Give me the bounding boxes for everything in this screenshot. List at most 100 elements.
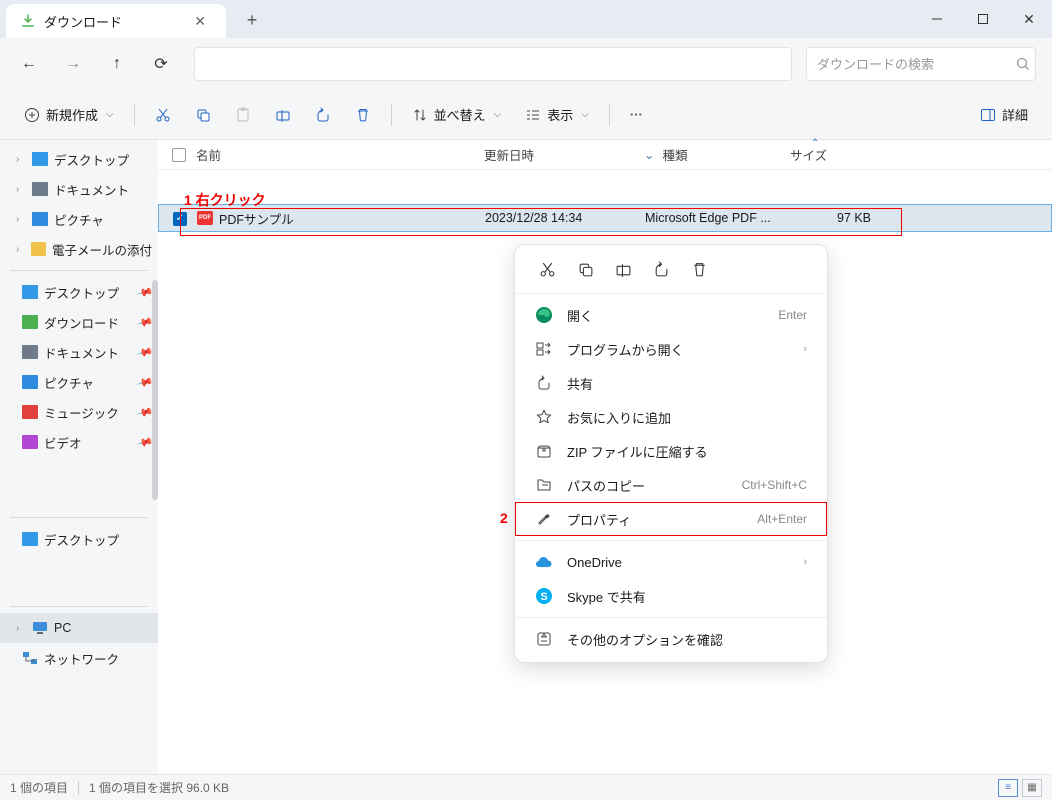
sidebar-quick-item[interactable]: ビデオ 📌: [0, 427, 158, 457]
file-name: PDFサンプル: [219, 209, 294, 228]
cut-button[interactable]: [145, 98, 181, 132]
ctx-cut-button[interactable]: [537, 259, 557, 279]
copy-icon: [195, 107, 211, 123]
ctx-properties[interactable]: プロパティ Alt+Enter: [515, 502, 827, 536]
chevron-down-icon: ⌵: [581, 109, 589, 120]
ctx-rename-button[interactable]: [613, 259, 633, 279]
view-icon: [525, 107, 541, 123]
annotation-2: 2: [500, 510, 508, 526]
folder-icon: [32, 212, 48, 226]
toolbar: 新規作成 ⌵ 並べ替え ⌵ 表示 ⌵ ··· 詳細: [0, 90, 1052, 140]
tree-divider: [10, 270, 148, 271]
sidebar-label: ドキュメント: [44, 343, 119, 362]
sidebar-quick-item[interactable]: ピクチャ 📌: [0, 367, 158, 397]
sidebar-label: ピクチャ: [44, 373, 94, 392]
back-button[interactable]: ←: [10, 46, 48, 82]
expand-icon[interactable]: ›: [16, 184, 26, 195]
column-name[interactable]: 名前: [196, 145, 484, 164]
ctx-skype[interactable]: S Skype で共有: [515, 579, 827, 613]
ctx-separator: [515, 540, 827, 541]
view-button[interactable]: 表示 ⌵: [515, 98, 599, 132]
address-bar[interactable]: [194, 47, 792, 81]
ctx-share[interactable]: 共有: [515, 366, 827, 400]
ctx-copy-path[interactable]: パスのコピー Ctrl+Shift+C: [515, 468, 827, 502]
window-controls: ✕: [914, 0, 1052, 38]
thumbnails-view-button[interactable]: ▦: [1022, 779, 1042, 797]
expand-icon[interactable]: ›: [16, 154, 26, 165]
folder-icon: [22, 285, 38, 299]
maximize-button[interactable]: [960, 0, 1006, 38]
folder-icon: [22, 375, 38, 389]
ctx-add-favorite[interactable]: お気に入りに追加: [515, 400, 827, 434]
column-date[interactable]: 更新日時: [484, 145, 644, 164]
close-window-button[interactable]: ✕: [1006, 0, 1052, 38]
file-row[interactable]: ✓ PDF PDFサンプル 2023/12/28 14:34 Microsoft…: [158, 204, 1052, 232]
copy-button[interactable]: [185, 98, 221, 132]
column-type[interactable]: ⌄種類: [644, 145, 790, 164]
close-tab-icon[interactable]: ✕: [188, 11, 212, 32]
sidebar-item[interactable]: › ドキュメント: [0, 174, 158, 204]
separator: [134, 104, 135, 126]
wrench-icon: [535, 511, 553, 527]
ctx-open[interactable]: 開く Enter: [515, 298, 827, 332]
sidebar-label: ミュージック: [44, 403, 119, 422]
statusbar: 1 個の項目 1 個の項目を選択 96.0 KB ≡ ▦: [0, 774, 1052, 800]
ctx-copy-button[interactable]: [575, 259, 595, 279]
select-all-checkbox[interactable]: [172, 148, 196, 162]
minimize-button[interactable]: [914, 0, 960, 38]
annotation-1: 1 右クリック: [184, 190, 266, 210]
share-button[interactable]: [305, 98, 341, 132]
chevron-right-icon: ›: [803, 343, 807, 355]
sidebar-label: ダウンロード: [44, 313, 119, 332]
expand-icon[interactable]: ›: [16, 214, 26, 225]
sort-icon: [412, 107, 428, 123]
sidebar-item-pc[interactable]: › PC: [0, 613, 158, 643]
forward-button[interactable]: →: [54, 46, 92, 82]
expand-icon[interactable]: ›: [16, 623, 26, 634]
column-size[interactable]: サイズ: [790, 145, 870, 164]
ctx-delete-button[interactable]: [689, 259, 709, 279]
paste-button[interactable]: [225, 98, 261, 132]
ctx-open-with[interactable]: プログラムから開く ›: [515, 332, 827, 366]
up-button[interactable]: ↑: [98, 46, 136, 82]
more-button[interactable]: ···: [620, 98, 653, 132]
context-menu: 開く Enter プログラムから開く › 共有 お気に入りに追加 ZIP ファイ…: [514, 244, 828, 663]
ctx-separator: [515, 293, 827, 294]
delete-button[interactable]: [345, 98, 381, 132]
sidebar-quick-item[interactable]: デスクトップ 📌: [0, 277, 158, 307]
new-tab-button[interactable]: +: [236, 6, 268, 34]
download-icon: [20, 13, 36, 29]
details-pane-button[interactable]: 詳細: [970, 98, 1038, 132]
sidebar-label: デスクトップ: [44, 283, 119, 302]
plus-circle-icon: [24, 107, 40, 123]
sidebar-item[interactable]: › 電子メールの添付: [0, 234, 158, 264]
sidebar-quick-item[interactable]: ミュージック 📌: [0, 397, 158, 427]
sidebar-item-desktop-2[interactable]: デスクトップ: [0, 524, 158, 554]
rename-button[interactable]: [265, 98, 301, 132]
share-icon: [535, 375, 553, 391]
refresh-button[interactable]: ⟳: [142, 46, 180, 82]
file-date: 2023/12/28 14:34: [485, 211, 645, 225]
search-box[interactable]: ダウンロードの検索: [806, 47, 1036, 81]
folder-icon: [22, 345, 38, 359]
ctx-more-options[interactable]: その他のオプションを確認: [515, 622, 827, 656]
search-icon[interactable]: [1004, 46, 1042, 82]
ctx-share-button[interactable]: [651, 259, 671, 279]
row-checkbox[interactable]: ✓: [173, 212, 187, 226]
expand-icon[interactable]: ›: [16, 244, 25, 255]
sort-button[interactable]: 並べ替え ⌵: [402, 98, 512, 132]
sidebar-item[interactable]: › ピクチャ: [0, 204, 158, 234]
separator: [391, 104, 392, 126]
ctx-onedrive[interactable]: OneDrive ›: [515, 545, 827, 579]
context-icon-row: [515, 251, 827, 289]
sidebar-quick-item[interactable]: ドキュメント 📌: [0, 337, 158, 367]
sidebar-item[interactable]: › デスクトップ: [0, 144, 158, 174]
new-button[interactable]: 新規作成 ⌵: [14, 98, 124, 132]
folder-icon: [22, 405, 38, 419]
sidebar-item-network[interactable]: ネットワーク: [0, 643, 158, 673]
sidebar-quick-item[interactable]: ダウンロード 📌: [0, 307, 158, 337]
ctx-compress-zip[interactable]: ZIP ファイルに圧縮する: [515, 434, 827, 468]
view-label: 表示: [547, 105, 573, 124]
explorer-tab[interactable]: ダウンロード ✕: [6, 4, 226, 38]
details-view-button[interactable]: ≡: [998, 779, 1018, 797]
